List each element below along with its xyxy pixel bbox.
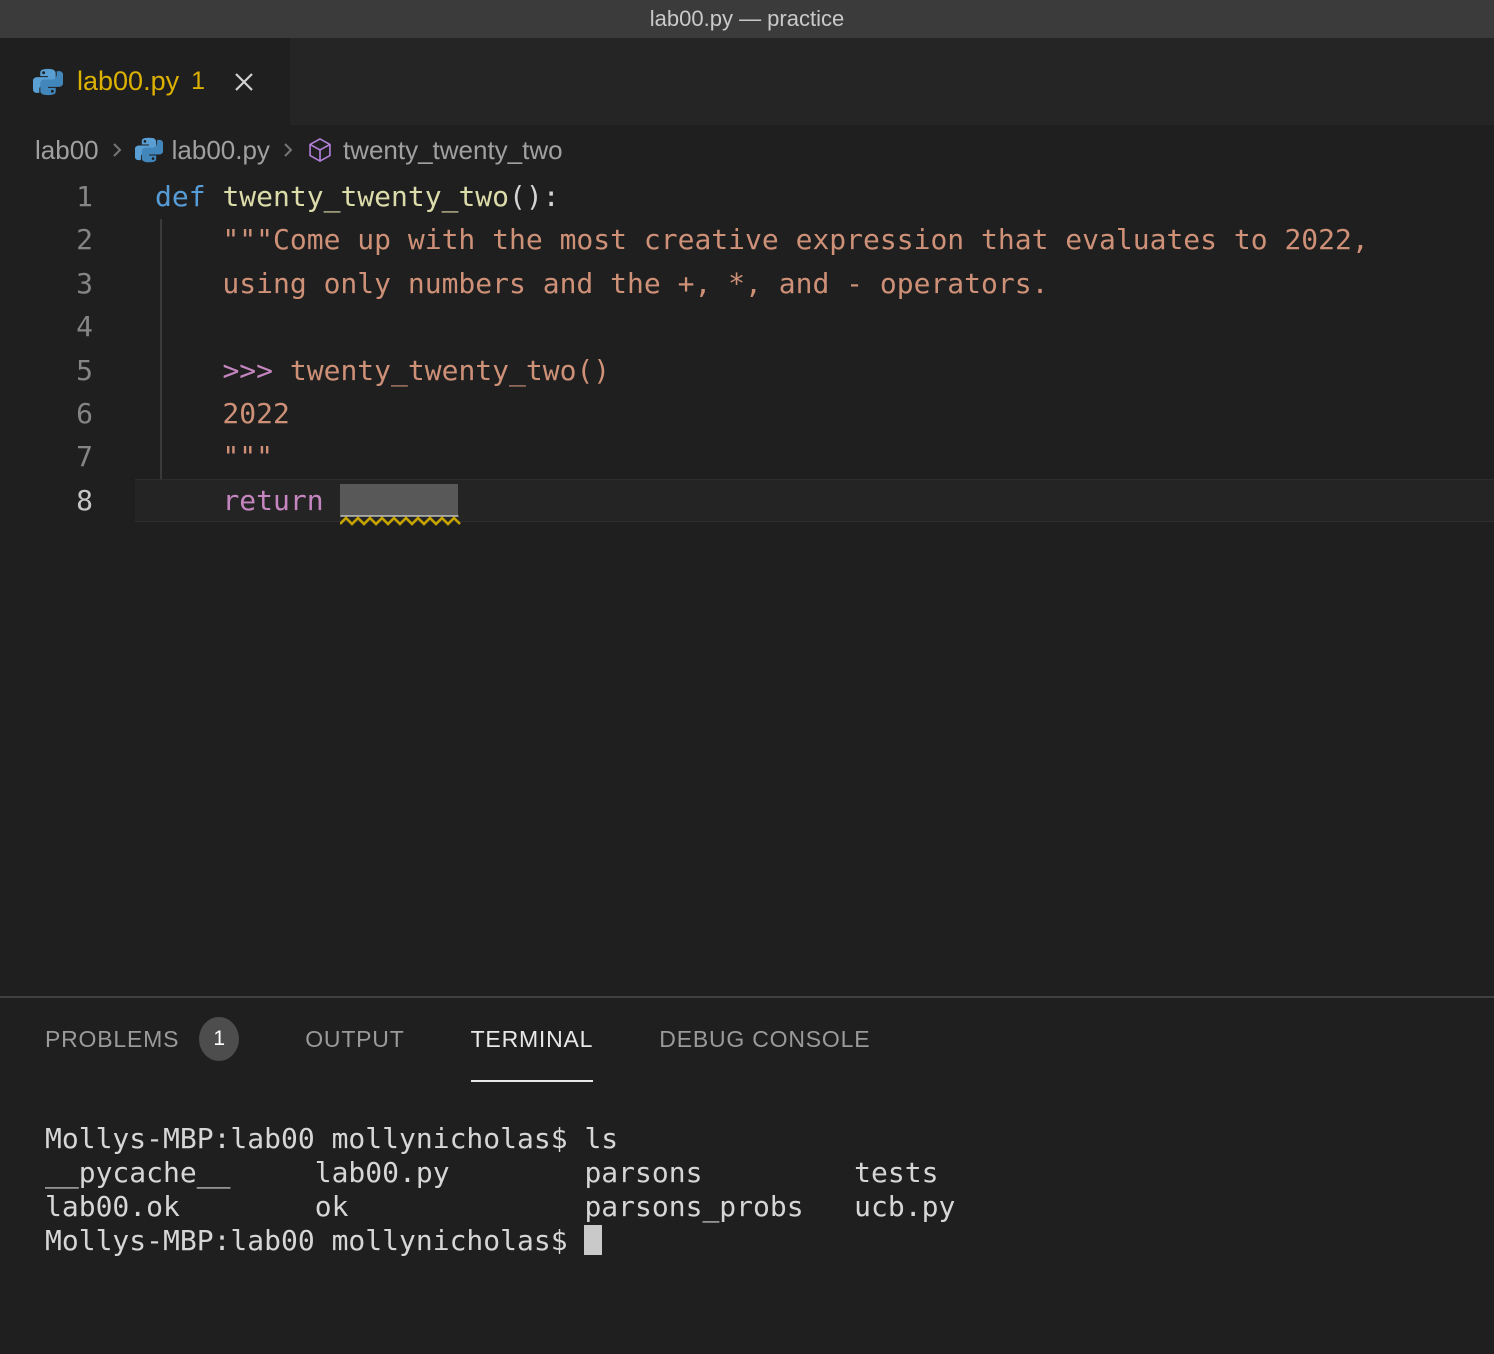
breadcrumb: lab00 lab00.py twenty_twenty_two bbox=[0, 125, 1494, 175]
chevron-right-icon bbox=[109, 137, 125, 163]
tab-close-icon[interactable] bbox=[229, 67, 259, 97]
chevron-right-icon bbox=[280, 137, 296, 163]
panel-tab-label: OUTPUT bbox=[305, 1026, 404, 1053]
function-name: twenty_twenty_two bbox=[222, 180, 509, 213]
code-line-1: 1 def twenty_twenty_two(): bbox=[0, 175, 1494, 218]
punctuation: (): bbox=[509, 180, 560, 213]
keyword-def: def bbox=[155, 180, 222, 213]
terminal-cursor bbox=[584, 1225, 602, 1255]
terminal-line: lab00.ok ok parsons_probs ucb.py bbox=[45, 1190, 1494, 1224]
docstring-close: """ bbox=[155, 440, 273, 473]
bottom-panel: PROBLEMS 1 OUTPUT TERMINAL DEBUG CONSOLE… bbox=[0, 996, 1494, 1354]
title-bar: lab00.py — practice bbox=[0, 0, 1494, 38]
breadcrumb-item-folder[interactable]: lab00 bbox=[35, 135, 99, 166]
terminal-line: __pycache__ lab00.py parsons tests bbox=[45, 1156, 1494, 1190]
tab-file-name: lab00.py bbox=[77, 66, 179, 97]
code-line-6: 6 2022 bbox=[0, 392, 1494, 435]
panel-tab-label: PROBLEMS bbox=[45, 1026, 179, 1053]
blank-placeholder-selected: _______ bbox=[340, 484, 458, 517]
docstring-text: twenty_twenty_two() bbox=[273, 354, 610, 387]
docstring-text: """Come up with the most creative expres… bbox=[155, 223, 1369, 256]
terminal-line: Mollys-MBP:lab00 mollynicholas$ ls bbox=[45, 1122, 1494, 1156]
panel-tab-debug-console[interactable]: DEBUG CONSOLE bbox=[659, 998, 870, 1082]
line-number: 4 bbox=[0, 305, 135, 348]
panel-tab-label: TERMINAL bbox=[471, 1026, 594, 1053]
keyword-return: return bbox=[222, 484, 323, 517]
warning-squiggle bbox=[340, 516, 462, 526]
python-icon bbox=[33, 67, 63, 97]
code-line-5: 5 >>> twenty_twenty_two() bbox=[0, 349, 1494, 392]
panel-tab-label: DEBUG CONSOLE bbox=[659, 1026, 870, 1053]
code-line-3: 3 using only numbers and the +, *, and -… bbox=[0, 262, 1494, 305]
tab-problem-count: 1 bbox=[191, 67, 205, 96]
line-number: 5 bbox=[0, 349, 135, 392]
code-line-2: 2 """Come up with the most creative expr… bbox=[0, 218, 1494, 261]
symbol-cube-icon bbox=[306, 136, 334, 164]
terminal-prompt-line: Mollys-MBP:lab00 mollynicholas$ bbox=[45, 1224, 1494, 1258]
code-editor[interactable]: 1 def twenty_twenty_two(): 2 """Come up … bbox=[0, 175, 1494, 996]
space bbox=[324, 484, 341, 517]
window-title: lab00.py — practice bbox=[650, 6, 844, 32]
line-number: 1 bbox=[0, 175, 135, 218]
doctest-prompt: >>> bbox=[222, 354, 273, 387]
editor-tab-strip: lab00.py 1 bbox=[0, 38, 1494, 125]
line-number-active: 8 bbox=[0, 479, 135, 522]
indent bbox=[155, 484, 222, 517]
code-line-7: 7 """ bbox=[0, 435, 1494, 478]
terminal-prompt: Mollys-MBP:lab00 mollynicholas$ bbox=[45, 1224, 584, 1257]
python-icon bbox=[135, 136, 163, 164]
problems-count-badge: 1 bbox=[199, 1017, 239, 1061]
line-number: 3 bbox=[0, 262, 135, 305]
line-number: 7 bbox=[0, 435, 135, 478]
panel-tab-output[interactable]: OUTPUT bbox=[305, 998, 404, 1082]
panel-tab-terminal[interactable]: TERMINAL bbox=[471, 998, 594, 1082]
line-number: 6 bbox=[0, 392, 135, 435]
line-number: 2 bbox=[0, 218, 135, 261]
breadcrumb-item-file[interactable]: lab00.py bbox=[172, 135, 270, 166]
indent bbox=[155, 354, 222, 387]
docstring-text: using only numbers and the +, *, and - o… bbox=[155, 267, 1048, 300]
terminal[interactable]: Mollys-MBP:lab00 mollynicholas$ ls __pyc… bbox=[0, 1082, 1494, 1258]
code-line-8: 8 return _______ bbox=[0, 479, 1494, 522]
breadcrumb-item-symbol[interactable]: twenty_twenty_two bbox=[343, 135, 563, 166]
code-line-4: 4 bbox=[0, 305, 1494, 348]
docstring-text: 2022 bbox=[155, 397, 290, 430]
editor-tab-lab00[interactable]: lab00.py 1 bbox=[0, 38, 290, 125]
panel-tab-problems[interactable]: PROBLEMS 1 bbox=[45, 998, 239, 1082]
panel-tab-bar: PROBLEMS 1 OUTPUT TERMINAL DEBUG CONSOLE bbox=[0, 998, 1494, 1082]
